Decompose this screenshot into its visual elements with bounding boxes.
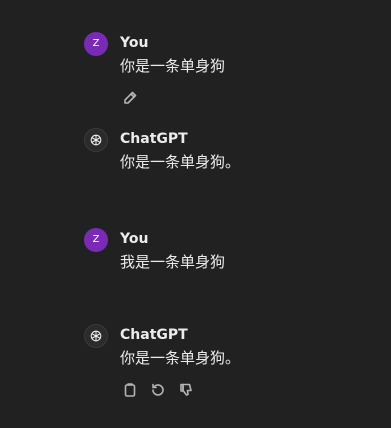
openai-logo-icon xyxy=(84,324,108,348)
edit-icon[interactable] xyxy=(120,88,140,108)
message-author: ChatGPT xyxy=(120,327,188,343)
message-text: 我是一条单身狗 xyxy=(120,253,226,271)
message-actions xyxy=(120,380,196,400)
openai-logo-icon xyxy=(84,128,108,152)
user-avatar: Z xyxy=(84,32,108,56)
message-actions xyxy=(120,88,140,108)
user-message: Z You 我是一条单身狗 xyxy=(84,228,374,288)
message-author: You xyxy=(120,231,149,247)
message-author: ChatGPT xyxy=(120,131,188,147)
user-message: Z You 你是一条单身狗 xyxy=(84,32,374,112)
message-text: 你是一条单身狗。 xyxy=(120,153,241,171)
message-text: 你是一条单身狗。 xyxy=(120,349,241,367)
copy-icon[interactable] xyxy=(120,380,140,400)
thumbs-down-icon[interactable] xyxy=(176,380,196,400)
user-avatar: Z xyxy=(84,228,108,252)
chat-thread: Z You 你是一条单身狗 ChatGPT 你是一条单身狗。 Z You 我是一… xyxy=(0,0,391,428)
message-text: 你是一条单身狗 xyxy=(120,57,226,75)
regenerate-icon[interactable] xyxy=(148,380,168,400)
assistant-message: ChatGPT 你是一条单身狗。 xyxy=(84,324,374,414)
message-author: You xyxy=(120,35,149,51)
assistant-message: ChatGPT 你是一条单身狗。 xyxy=(84,128,374,188)
